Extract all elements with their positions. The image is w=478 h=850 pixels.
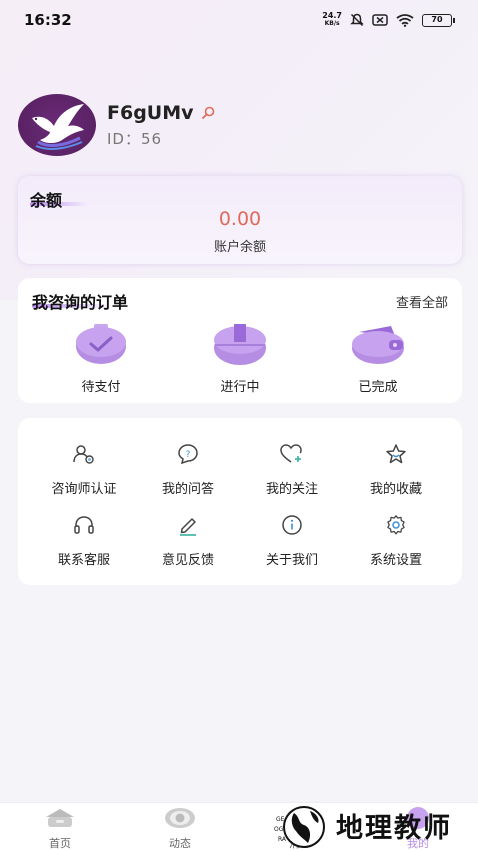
settings-icon — [341, 513, 451, 537]
menu-contact-support-label: 联系客服 — [57, 553, 110, 568]
order-in-progress-label: 进行中 — [220, 380, 260, 395]
wallet-check-icon — [74, 322, 128, 366]
net-speed: 24.7 KB/s — [322, 11, 342, 28]
menu-my-qa[interactable]: ? 我的问答 — [133, 442, 243, 497]
headset-icon — [29, 513, 139, 537]
menu-card: 咨询师认证 ? 我的问答 我的关注 我的收藏 联系客服 意见反馈 关于我们 系统… — [18, 418, 462, 585]
balance-label: 账户余额 — [213, 240, 266, 255]
menu-my-qa-label: 我的问答 — [161, 482, 214, 497]
nav-home-label: 首页 — [49, 837, 71, 850]
info-icon — [237, 513, 347, 537]
order-completed-label: 已完成 — [358, 380, 398, 395]
svg-text:RA: RA — [278, 836, 287, 843]
menu-feedback[interactable]: 意见反馈 — [133, 513, 243, 568]
menu-feedback-label: 意见反馈 — [161, 553, 214, 568]
nav-feed[interactable]: 动态 — [150, 807, 210, 850]
menu-system-settings-label: 系统设置 — [369, 553, 422, 568]
menu-counselor-cert-label: 咨询师认证 — [51, 482, 117, 497]
user-id: ID：56 — [107, 129, 163, 148]
balance-amount: 0.00 — [218, 208, 262, 230]
view-all-link[interactable]: 查看全部 — [396, 292, 448, 311]
wallet-icon — [351, 322, 405, 366]
menu-about-us-label: 关于我们 — [265, 553, 318, 568]
order-in-progress[interactable]: 进行中 — [190, 322, 290, 395]
home-icon — [46, 809, 74, 827]
dove-icon — [32, 104, 84, 150]
menu-my-follows[interactable]: 我的关注 — [237, 442, 347, 497]
watermark-globe-logo: GE OG RA — [274, 806, 325, 848]
star-icon — [341, 442, 451, 466]
menu-my-favorites[interactable]: 我的收藏 — [341, 442, 451, 497]
balance-card[interactable]: 余额 0.00 账户余额 — [18, 176, 462, 264]
edit-search-icon[interactable] — [200, 105, 216, 121]
heart-plus-icon — [237, 442, 347, 466]
svg-text:GE: GE — [276, 816, 285, 823]
watermark: GE OG RA 地理教师 — [270, 800, 452, 850]
menu-about-us[interactable]: 关于我们 — [237, 513, 347, 568]
menu-system-settings[interactable]: 系统设置 — [341, 513, 451, 568]
status-time: 16:32 — [24, 11, 72, 29]
avatar[interactable] — [18, 94, 96, 156]
watermark-text: 地理教师 — [336, 812, 452, 844]
wifi-icon — [396, 13, 414, 27]
nav-home[interactable]: 首页 — [30, 807, 90, 850]
edit-icon — [133, 513, 243, 537]
status-icons: 24.7 KB/s 70 — [322, 11, 455, 28]
username-row: F6gUMv — [107, 102, 216, 124]
box-icon — [213, 322, 267, 366]
order-pending[interactable]: 待支付 — [51, 322, 151, 395]
order-pending-label: 待支付 — [81, 380, 121, 395]
menu-counselor-cert[interactable]: 咨询师认证 — [29, 442, 139, 497]
nav-feed-label: 动态 — [169, 837, 191, 850]
menu-contact-support[interactable]: 联系客服 — [29, 513, 139, 568]
username: F6gUMv — [107, 101, 194, 124]
menu-my-favorites-label: 我的收藏 — [369, 482, 422, 497]
battery-icon: 70 — [422, 13, 455, 27]
bell-muted-icon — [350, 13, 364, 27]
question-icon: ? — [133, 442, 243, 466]
order-completed[interactable]: 已完成 — [328, 322, 428, 395]
profile-header[interactable]: F6gUMv ID：56 — [18, 94, 216, 156]
orders-title: 我咨询的订单 — [32, 293, 129, 312]
menu-my-follows-label: 我的关注 — [265, 482, 318, 497]
eye-icon — [165, 808, 195, 828]
sim-off-icon — [372, 14, 388, 26]
orders-card: 我咨询的订单 查看全部 待支付 进行中 已完成 — [18, 278, 462, 403]
status-bar: 16:32 24.7 KB/s 70 — [0, 0, 478, 40]
svg-text:?: ? — [186, 450, 191, 460]
svg-text:OG: OG — [274, 826, 284, 833]
user-cert-icon — [29, 442, 139, 466]
